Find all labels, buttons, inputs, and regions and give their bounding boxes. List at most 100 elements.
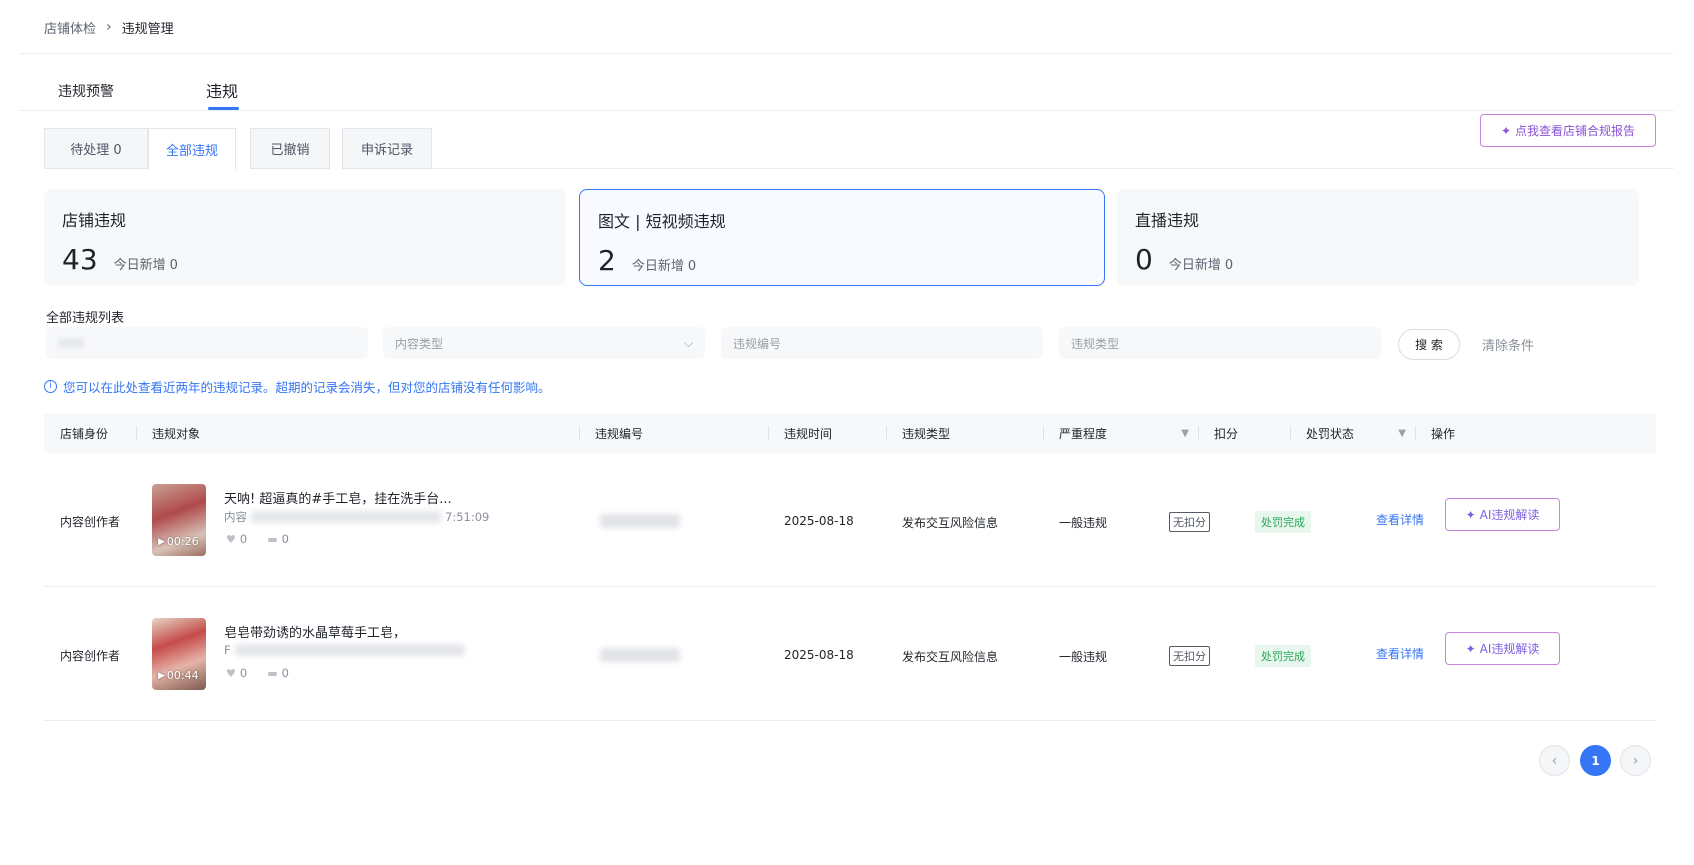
tab-violation-warning[interactable]: 违规预警 [58, 81, 114, 101]
card-live-violations[interactable]: 直播违规 0 今日新增 0 [1117, 189, 1639, 286]
card-today-value: 0 [169, 258, 178, 273]
identity-filter[interactable] [46, 327, 368, 359]
sparkle-icon: ✦ [1465, 507, 1476, 522]
content-stats: ♥ 0 ▬ 0 [226, 532, 289, 546]
violation-time: 2025-08-18 [784, 514, 854, 528]
sparkle-icon: ✦ [1465, 641, 1476, 656]
breadcrumb-parent[interactable]: 店铺体检 [44, 18, 96, 37]
pagination-page-1[interactable]: 1 [1580, 745, 1611, 776]
status-badge: 处罚完成 [1255, 645, 1311, 667]
th-actions: 操作 [1431, 427, 1456, 441]
card-today-value: 0 [687, 259, 697, 274]
like-count: 0 [239, 532, 248, 546]
card-title: 直播违规 [1135, 211, 1200, 230]
violation-id-blurred [600, 648, 680, 662]
heart-icon: ♥ [226, 533, 236, 546]
divider [432, 168, 1674, 169]
info-icon: i [44, 380, 57, 393]
card-count: 0 [1135, 243, 1153, 276]
content-title[interactable]: 皂皂带劲诱的水晶草莓手工皂， [224, 622, 406, 641]
content-subtitle-prefix: 内容 [224, 510, 247, 524]
content-title[interactable]: 天呐! 超逼真的#手工皂，挂在洗手台... [224, 488, 452, 507]
chevron-right-icon: › [106, 19, 112, 35]
subtab-all-violations[interactable]: 全部违规 [148, 128, 236, 170]
play-icon: ▶ [158, 670, 165, 681]
th-status-label: 处罚状态 [1306, 427, 1355, 441]
card-title: 店铺违规 [62, 211, 127, 230]
comment-icon: ▬ [267, 667, 278, 680]
search-button[interactable]: 搜 索 [1398, 329, 1460, 360]
table-header: 店铺身份 违规对象 违规编号 违规时间 违规类型 严重程度 ▼ 扣分 处罚状态 … [44, 414, 1656, 453]
subtab-pending[interactable]: 待处理 0 [44, 128, 148, 169]
ai-interpretation-button[interactable]: ✦ AI违规解读 [1445, 498, 1560, 531]
violation-type: 发布交互风险信息 [902, 516, 999, 530]
compliance-report-button[interactable]: ✦ 点我查看店铺合规报告 [1480, 114, 1656, 147]
th-deduction: 扣分 [1214, 427, 1239, 441]
card-today-label: 今日新增 [113, 258, 166, 273]
identity-cell: 内容创作者 [60, 649, 121, 663]
blurred-value [58, 338, 84, 348]
ai-interpretation-button[interactable]: ✦ AI违规解读 [1445, 632, 1560, 665]
deduction-badge: 无扣分 [1169, 512, 1210, 532]
table-row: 内容创作者 ▶ 00:44 皂皂带劲诱的水晶草莓手工皂， F ♥ 0 ▬ 0 2025… [44, 587, 1656, 721]
violation-type-input[interactable]: 违规类型 [1059, 327, 1381, 359]
card-count: 2 [598, 244, 616, 277]
pagination-prev-button[interactable]: ‹ [1539, 745, 1570, 776]
card-content-violations[interactable]: 图文 | 短视频违规 2 今日新增 0 [579, 189, 1105, 286]
card-count: 43 [62, 243, 98, 276]
card-today-label: 今日新增 [1168, 258, 1221, 273]
status-badge: 处罚完成 [1255, 511, 1311, 533]
video-thumbnail[interactable]: ▶ 00:26 [152, 484, 206, 556]
video-thumbnail[interactable]: ▶ 00:44 [152, 618, 206, 690]
comment-count: 0 [281, 666, 289, 680]
tab-violation[interactable]: 违规 [206, 78, 238, 102]
filter-icon[interactable]: ▼ [1398, 428, 1406, 439]
compliance-report-label: 点我查看店铺合规报告 [1515, 124, 1636, 138]
filter-icon[interactable]: ▼ [1181, 428, 1189, 439]
violation-type: 发布交互风险信息 [902, 650, 999, 664]
video-duration: 00:44 [166, 669, 199, 682]
content-subtitle: F [224, 643, 469, 657]
card-today-value: 0 [1224, 258, 1234, 273]
content-subtitle: 内容 7:51:09 [224, 509, 489, 525]
comment-icon: ▬ [267, 533, 278, 546]
clear-filters-button[interactable]: 清除条件 [1482, 335, 1534, 354]
subtab-appeal-records[interactable]: 申诉记录 [342, 128, 432, 169]
sparkle-icon: ✦ [1500, 123, 1512, 138]
severity: 一般违规 [1059, 650, 1108, 664]
comment-count: 0 [281, 532, 289, 546]
blurred-text [251, 511, 441, 523]
th-violation-type: 违规类型 [902, 427, 951, 441]
breadcrumb-current: 违规管理 [121, 21, 174, 37]
chevron-down-icon: ⌵ [683, 335, 693, 350]
th-identity: 店铺身份 [60, 427, 109, 441]
like-count: 0 [239, 666, 248, 680]
card-store-violations[interactable]: 店铺违规 43 今日新增 0 [44, 189, 566, 286]
deduction-badge: 无扣分 [1169, 646, 1210, 666]
breadcrumb: 店铺体检 › 违规管理 [44, 17, 174, 37]
divider [20, 53, 1674, 54]
pagination-next-button[interactable]: › [1620, 745, 1651, 776]
th-object: 违规对象 [152, 427, 201, 441]
th-status[interactable]: 处罚状态 ▼ [1306, 414, 1406, 453]
table-row: 内容创作者 ▶ 00:26 天呐! 超逼真的#手工皂，挂在洗手台... 内容 7:… [44, 453, 1656, 587]
subtab-revoked[interactable]: 已撤销 [250, 128, 330, 169]
card-today-label: 今日新增 [631, 259, 684, 274]
th-severity[interactable]: 严重程度 ▼ [1059, 414, 1189, 453]
content-subtitle-prefix: F [224, 643, 231, 657]
heart-icon: ♥ [226, 667, 236, 680]
view-detail-link[interactable]: 查看详情 [1376, 645, 1424, 662]
th-violation-id: 违规编号 [595, 427, 644, 441]
content-type-select[interactable]: 内容类型 ⌵ [383, 327, 705, 359]
violation-id-input[interactable]: 违规编号 [721, 327, 1043, 359]
play-icon: ▶ [158, 536, 165, 547]
ai-interpretation-label: AI违规解读 [1479, 642, 1540, 656]
identity-cell: 内容创作者 [60, 515, 121, 529]
th-violation-time: 违规时间 [784, 427, 833, 441]
notice: i 您可以在此处查看近两年的违规记录。超期的记录会消失，但对您的店铺没有任何影响… [44, 377, 551, 396]
violation-id-blurred [600, 514, 680, 528]
content-subtitle-suffix: 7:51:09 [445, 510, 490, 524]
view-detail-link[interactable]: 查看详情 [1376, 511, 1424, 528]
video-duration: 00:26 [166, 535, 199, 548]
content-type-placeholder: 内容类型 [395, 336, 444, 351]
